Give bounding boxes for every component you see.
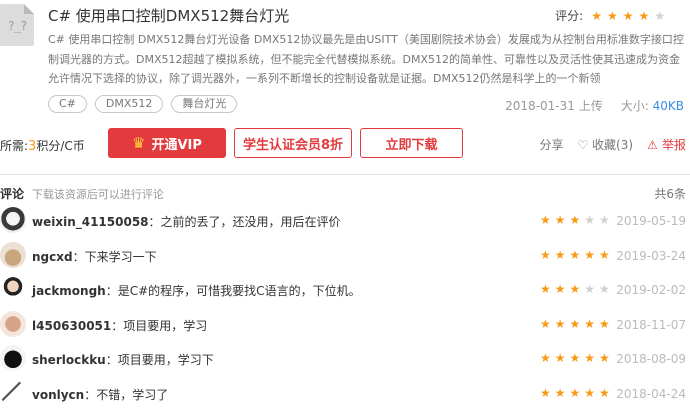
- size-info: 大小: 40KB: [621, 97, 684, 114]
- comment-rating-stars: ★★★★★: [540, 316, 614, 331]
- comment-date: 2018-08-09: [616, 352, 686, 366]
- open-vip-label: 开通VIP: [151, 137, 202, 153]
- comment-text: 不错，学习了: [96, 387, 169, 402]
- comment-body: vonlycn：不错，学习了: [32, 386, 168, 403]
- avatar[interactable]: [0, 379, 26, 406]
- avatar[interactable]: [0, 276, 26, 302]
- comment-username[interactable]: weixin_41150058: [32, 215, 149, 229]
- comment-text: 是C#的程序，可惜我要找C语言的，下位机。: [117, 284, 361, 298]
- resource-rating: 评分: ★★★★★: [555, 7, 670, 24]
- student-member-button[interactable]: 学生认证会员8折: [234, 128, 352, 158]
- points-prefix: 所需:: [0, 139, 29, 153]
- comments-title: 评论: [0, 187, 25, 201]
- favorite-link[interactable]: ♡ 收藏(3): [577, 136, 633, 153]
- favorite-label: 收藏(3): [592, 138, 634, 152]
- rating-label: 评分:: [555, 9, 584, 23]
- avatar[interactable]: [0, 207, 26, 233]
- comment-row: weixin_41150058：之前的丢了，还没用，用后在评价 ★★★★★ 2019…: [0, 207, 690, 237]
- open-vip-button[interactable]: ♛ 开通VIP: [108, 128, 226, 158]
- tag-stage-lighting[interactable]: 舞台灯光: [171, 95, 238, 113]
- comment-date: 2018-04-24: [616, 386, 686, 401]
- report-label: 举报: [661, 138, 686, 152]
- comment-row: ngcxd：下来学习一下 ★★★★★ 2019-03-24: [0, 241, 690, 272]
- comment-row: l450630051：项目要用，学习 ★★★★★ 2018-11-07: [0, 310, 690, 341]
- comments-count: 共6条: [654, 187, 686, 201]
- comment-username[interactable]: sherlockku: [32, 353, 106, 367]
- comment-body: jackmongh：是C#的程序，可惜我要找C语言的，下位机。: [32, 282, 361, 299]
- avatar[interactable]: [0, 241, 26, 268]
- comment-date: 2018-11-07: [616, 317, 686, 332]
- warning-icon: ⚠: [647, 138, 662, 152]
- avatar[interactable]: [0, 310, 26, 337]
- comment-text: 项目要用，学习下: [117, 353, 214, 367]
- points-suffix: 积分/C币: [36, 139, 85, 153]
- comment-date: 2019-02-02: [616, 283, 686, 297]
- comment-text: 项目要用，学习: [123, 318, 208, 333]
- comment-row: vonlycn：不错，学习了 ★★★★★ 2018-04-24: [0, 379, 690, 410]
- comment-body: weixin_41150058：之前的丢了，还没用，用后在评价: [32, 213, 341, 230]
- resource-description: C# 使用串口控制 DMX512舞台灯光设备 DMX512协议最先是由USITT…: [48, 33, 684, 85]
- comment-rating-stars: ★★★★★: [540, 351, 614, 365]
- comment-date: 2019-05-19: [616, 214, 686, 228]
- comment-text: 下来学习一下: [84, 249, 157, 264]
- comment-username[interactable]: ngcxd: [32, 250, 73, 264]
- comment-body: sherlockku：项目要用，学习下: [32, 351, 214, 368]
- comment-colon: ：: [111, 318, 124, 333]
- size-label: 大小:: [620, 99, 649, 113]
- resource-actions: 分享 ♡ 收藏(3) ⚠ 举报: [539, 136, 686, 153]
- rating-stars: ★★★★★: [591, 8, 670, 23]
- tag-csharp[interactable]: C#: [48, 95, 87, 113]
- comment-colon: ：: [148, 215, 161, 229]
- tag-dmx512[interactable]: DMX512: [94, 95, 164, 113]
- upload-label: 上传: [578, 99, 603, 113]
- crown-icon: ♛: [132, 134, 146, 152]
- comments-header: 评论 下载该资源后可以进行评论: [0, 185, 164, 202]
- file-type-icon: ?_?: [0, 4, 34, 46]
- comment-colon: ：: [105, 353, 118, 367]
- resource-title: C# 使用串口控制DMX512舞台灯光: [48, 7, 290, 25]
- comment-colon: ：: [84, 387, 97, 402]
- avatar[interactable]: [0, 345, 26, 371]
- points-required: 所需:3积分/C币: [0, 137, 85, 154]
- download-now-button[interactable]: 立即下载: [360, 128, 463, 158]
- comment-colon: ：: [72, 249, 85, 264]
- comment-rating-stars: ★★★★★: [540, 247, 614, 262]
- comment-row: sherlockku：项目要用，学习下 ★★★★★ 2018-08-09: [0, 345, 690, 375]
- upload-info: 2018-01-31 上传: [505, 97, 603, 114]
- size-value: 40KB: [652, 99, 684, 113]
- section-divider: [0, 174, 690, 175]
- report-link[interactable]: ⚠ 举报: [647, 136, 686, 153]
- comment-rating-stars: ★★★★★: [540, 282, 614, 296]
- comment-body: ngcxd：下来学习一下: [32, 248, 157, 265]
- comment-colon: ：: [105, 284, 118, 298]
- comment-rating-stars: ★★★★★: [540, 385, 614, 400]
- comment-text: 之前的丢了，还没用，用后在评价: [160, 215, 341, 229]
- comments-subtitle: 下载该资源后可以进行评论: [31, 188, 164, 201]
- heart-icon: ♡: [577, 138, 593, 152]
- resource-meta: 2018-01-31 上传 大小: 40KB: [505, 97, 684, 114]
- comment-body: l450630051：项目要用，学习: [32, 317, 207, 334]
- comment-username[interactable]: vonlycn: [32, 388, 84, 402]
- upload-date: 2018-01-31: [505, 99, 575, 113]
- comment-date: 2019-03-24: [616, 248, 686, 263]
- comment-row: jackmongh：是C#的程序，可惜我要找C语言的，下位机。 ★★★★★ 2019…: [0, 276, 690, 306]
- tag-list: C# DMX512 舞台灯光: [48, 95, 238, 113]
- comment-username[interactable]: l450630051: [32, 319, 111, 333]
- comment-username[interactable]: jackmongh: [32, 284, 106, 298]
- comment-rating-stars: ★★★★★: [540, 213, 614, 227]
- share-link[interactable]: 分享: [539, 136, 563, 153]
